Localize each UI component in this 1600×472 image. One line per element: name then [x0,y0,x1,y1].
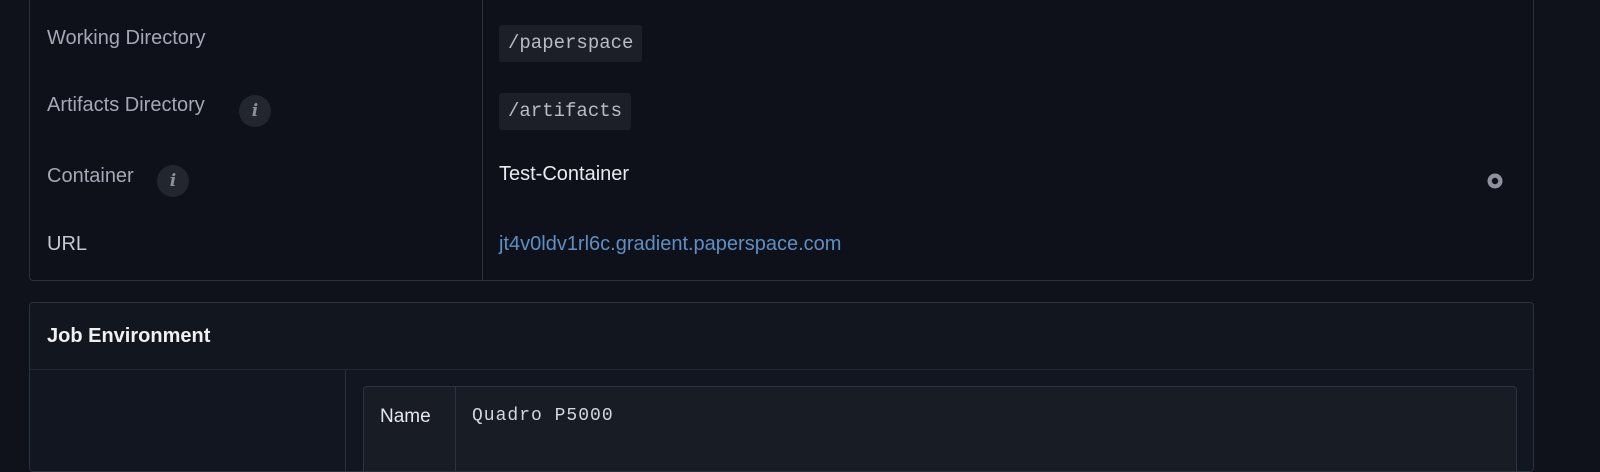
working-directory-value: /paperspace [499,25,643,62]
container-label: Container [47,165,134,187]
gear-icon[interactable] [1486,172,1504,190]
column-divider [345,370,346,471]
container-value: Test-Container [499,163,630,185]
job-environment-body: Name Quadro P5000 [30,370,1533,471]
cell-divider [455,387,456,471]
url-link[interactable]: jt4v0ldv1rl6c.gradient.paperspace.com [499,233,841,256]
working-directory-label: Working Directory [47,27,206,49]
job-environment-card: Job Environment Name Quadro P5000 [29,302,1534,472]
info-icon[interactable]: i [157,165,189,197]
url-label: URL [47,233,88,255]
info-icon[interactable]: i [239,95,271,127]
machine-table: Name Quadro P5000 [363,386,1517,471]
artifacts-directory-value: /artifacts [499,93,632,130]
name-value: Quadro P5000 [472,406,614,426]
column-divider [482,0,483,280]
artifacts-directory-label: Artifacts Directory [47,94,205,116]
job-environment-header: Job Environment [30,303,1533,370]
details-card: Working Directory /paperspace Artifacts … [29,0,1534,281]
job-environment-title: Job Environment [47,325,211,347]
name-key: Name [380,406,431,427]
